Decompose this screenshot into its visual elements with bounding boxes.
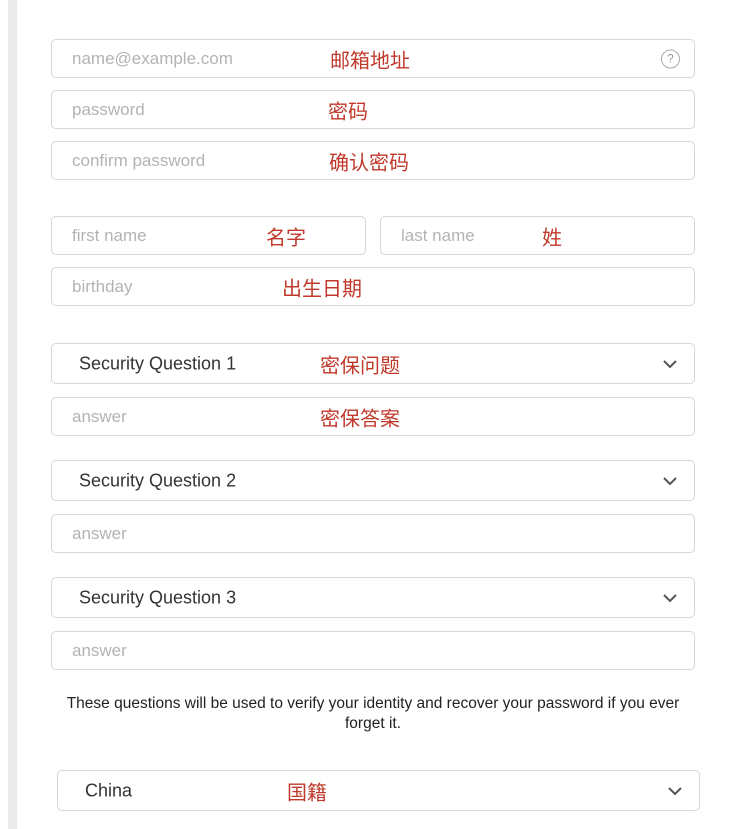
last-name-placeholder: last name xyxy=(401,225,475,245)
birthday-field[interactable]: birthday 出生日期 xyxy=(51,267,695,306)
security-answer-1-field[interactable]: answer 密保答案 xyxy=(51,397,695,436)
country-select[interactable]: China 国籍 xyxy=(57,770,700,811)
question-circle-icon[interactable]: ? xyxy=(661,49,680,68)
security-answer-1-annotation: 密保答案 xyxy=(320,408,400,430)
birthday-annotation: 出生日期 xyxy=(282,278,362,300)
security-question-1-annotation: 密保问题 xyxy=(320,355,400,377)
chevron-down-icon[interactable] xyxy=(662,593,678,603)
confirm-password-annotation: 确认密码 xyxy=(329,152,409,174)
security-question-3-value: Security Question 3 xyxy=(79,587,237,607)
first-name-placeholder: first name xyxy=(72,225,147,245)
security-question-3-select[interactable]: Security Question 3 xyxy=(51,577,695,618)
country-value: China xyxy=(85,780,133,800)
confirm-password-placeholder: confirm password xyxy=(72,150,206,170)
password-field[interactable]: password 密码 xyxy=(51,90,695,129)
security-answer-2-placeholder: answer xyxy=(72,523,127,543)
left-border-bar xyxy=(8,0,17,829)
password-placeholder: password xyxy=(72,99,145,119)
security-question-1-value: Security Question 1 xyxy=(79,353,237,373)
security-answer-3-field[interactable]: answer xyxy=(51,631,695,670)
birthday-placeholder: birthday xyxy=(72,276,133,296)
security-question-1-select[interactable]: Security Question 1 密保问题 xyxy=(51,343,695,384)
last-name-annotation: 姓 xyxy=(542,227,562,249)
country-annotation: 国籍 xyxy=(287,782,327,804)
email-annotation: 邮箱地址 xyxy=(330,50,410,72)
security-answer-2-field[interactable]: answer xyxy=(51,514,695,553)
first-name-annotation: 名字 xyxy=(266,227,306,249)
last-name-field[interactable]: last name 姓 xyxy=(380,216,695,255)
email-field[interactable]: name@example.com 邮箱地址 ? xyxy=(51,39,695,78)
security-info-text: These questions will be used to verify y… xyxy=(66,695,680,732)
chevron-down-icon[interactable] xyxy=(662,359,678,369)
security-answer-1-placeholder: answer xyxy=(72,406,127,426)
first-name-field[interactable]: first name 名字 xyxy=(51,216,366,255)
confirm-password-field[interactable]: confirm password 确认密码 xyxy=(51,141,695,180)
password-annotation: 密码 xyxy=(328,101,368,123)
chevron-down-icon[interactable] xyxy=(667,786,683,796)
security-question-2-value: Security Question 2 xyxy=(79,470,237,490)
chevron-down-icon[interactable] xyxy=(662,476,678,486)
security-question-2-select[interactable]: Security Question 2 xyxy=(51,460,695,501)
security-answer-3-placeholder: answer xyxy=(72,640,127,660)
email-placeholder: name@example.com xyxy=(72,48,233,68)
